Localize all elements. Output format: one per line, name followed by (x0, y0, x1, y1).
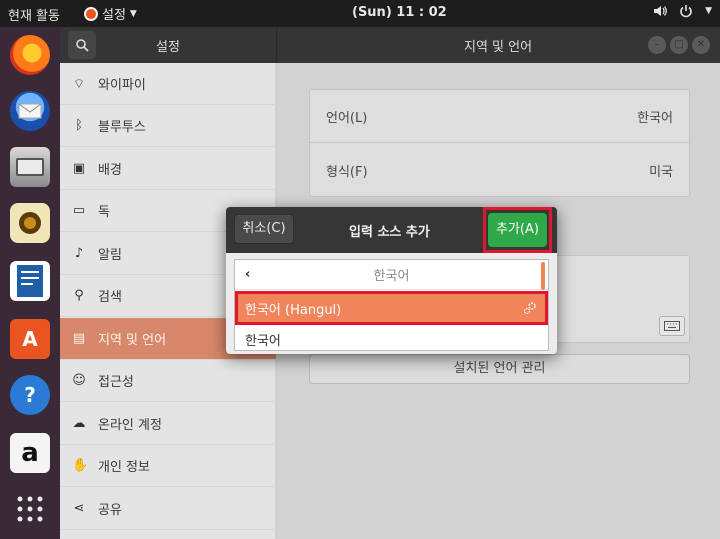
software-icon[interactable]: A (10, 319, 50, 359)
sidebar-item-bluetooth[interactable]: ᛒ 블루투스 (60, 105, 276, 147)
gears-icon (523, 302, 536, 315)
search-icon: ⚲ (74, 288, 84, 303)
activities-button[interactable]: 현재 활동 (8, 5, 60, 24)
sidebar-title: 설정 (156, 40, 180, 55)
maximize-icon[interactable]: □ (670, 36, 688, 54)
list-item-selected[interactable]: 한국어 (Hangul) (235, 291, 548, 325)
volume-icon (654, 6, 667, 16)
page-title: 지역 및 언어 (464, 40, 533, 55)
files-icon[interactable] (10, 147, 50, 187)
share-icon: ⋖ (73, 501, 85, 516)
bell-icon: ♪ (74, 246, 84, 261)
sidebar-item-label: 지역 및 언어 (98, 333, 167, 348)
language-card: 언어(L) 한국어 형식(F) 미국 (309, 89, 690, 197)
amazon-icon[interactable]: a (10, 433, 50, 473)
show-apps-icon[interactable] (10, 489, 50, 529)
sidebar-item-wifi[interactable]: ⌔ 와이파이 (60, 63, 276, 105)
help-icon[interactable]: ? (10, 375, 50, 415)
dock: A ? a (0, 27, 60, 539)
minimize-icon[interactable]: – (648, 36, 666, 54)
clock[interactable]: (Sun) 11 : 02 (352, 5, 447, 20)
region-icon: ▤ (72, 331, 86, 346)
scrollbar[interactable] (541, 262, 545, 290)
cancel-button[interactable]: 취소(C) (234, 214, 294, 244)
sidebar-item-label: 블루투스 (98, 120, 146, 135)
sidebar-item-background[interactable]: ▣ 배경 (60, 148, 276, 190)
dropdown-arrow-icon: ▼ (129, 8, 137, 19)
top-bar: 현재 활동 설정 ▼ (Sun) 11 : 02 ▼ (0, 0, 720, 27)
wifi-icon: ⌔ (72, 76, 86, 92)
sidebar-item-label: 개인 정보 (98, 460, 150, 475)
sidebar-item-accessibility[interactable]: ☺ 접근성 (60, 360, 276, 402)
online-accounts-icon: ☁ (72, 416, 86, 431)
dialog-header: 취소(C) 입력 소스 추가 추가(A) (226, 207, 557, 253)
bluetooth-icon: ᛒ (75, 118, 83, 133)
thunderbird-icon[interactable] (10, 91, 50, 131)
list-item-label: 한국어 (245, 333, 281, 349)
search-icon (76, 39, 89, 52)
list-item[interactable]: 한국어 (235, 326, 548, 352)
sidebar-item-label: 접근성 (98, 375, 134, 390)
sidebar-item-label: 알림 (98, 248, 122, 263)
sidebar-item-online-accounts[interactable]: ☁ 온라인 계정 (60, 403, 276, 445)
rhythmbox-icon[interactable] (10, 203, 50, 243)
search-button[interactable] (68, 31, 96, 59)
language-row[interactable]: 언어(L) 한국어 (310, 90, 689, 143)
sidebar-item-label: 온라인 계정 (98, 418, 162, 433)
dialog-title: 입력 소스 추가 (349, 225, 430, 240)
hand-icon: ✋ (72, 458, 89, 473)
accessibility-icon: ☺ (72, 373, 86, 388)
language-value: 한국어 (637, 110, 673, 126)
firefox-icon[interactable] (10, 35, 50, 75)
sidebar-item-privacy[interactable]: ✋ 개인 정보 (60, 445, 276, 487)
sidebar-item-sharing[interactable]: ⋖ 공유 (60, 488, 276, 530)
sidebar-item-label: 공유 (98, 503, 122, 518)
system-menu-arrow-icon: ▼ (705, 6, 712, 16)
add-button[interactable]: 추가(A) (488, 213, 547, 247)
window-controls: – □ ✕ (648, 36, 710, 54)
sidebar-item-label: 독 (98, 205, 110, 220)
sidebar-item-label: 검색 (98, 290, 122, 305)
settings-app-icon (84, 6, 98, 21)
formats-row[interactable]: 형식(F) 미국 (310, 144, 689, 197)
sidebar-item-label: 와이파이 (98, 78, 146, 93)
writer-icon[interactable] (10, 261, 50, 301)
group-header: 한국어 (373, 269, 410, 284)
formats-value: 미국 (649, 165, 673, 180)
keyboard-preview-button[interactable] (659, 316, 685, 336)
dock-icon: ▭ (72, 203, 86, 218)
language-label: 언어(L) (326, 110, 368, 126)
back-row[interactable]: ‹ 한국어 (235, 260, 548, 290)
add-input-source-dialog: 취소(C) 입력 소스 추가 추가(A) ‹ 한국어 한국어 (Hangul) … (226, 207, 557, 354)
system-tray[interactable]: ▼ (653, 4, 712, 18)
sidebar-item-label: 배경 (98, 163, 122, 178)
formats-label: 형식(F) (326, 165, 368, 180)
power-icon (680, 5, 692, 18)
input-source-list: ‹ 한국어 한국어 (Hangul) 한국어 (234, 259, 549, 351)
manage-installed-languages-button[interactable]: 설치된 언어 관리 (309, 354, 690, 384)
app-menu-label: 설정 (102, 8, 126, 23)
header-bar: 설정 지역 및 언어 – □ ✕ (60, 27, 720, 63)
list-item-label: 한국어 (Hangul) (245, 302, 342, 318)
background-icon: ▣ (72, 161, 86, 176)
header-divider (276, 27, 277, 63)
keyboard-icon (664, 321, 680, 331)
app-menu[interactable]: 설정 ▼ (84, 4, 137, 23)
close-icon[interactable]: ✕ (692, 36, 710, 54)
